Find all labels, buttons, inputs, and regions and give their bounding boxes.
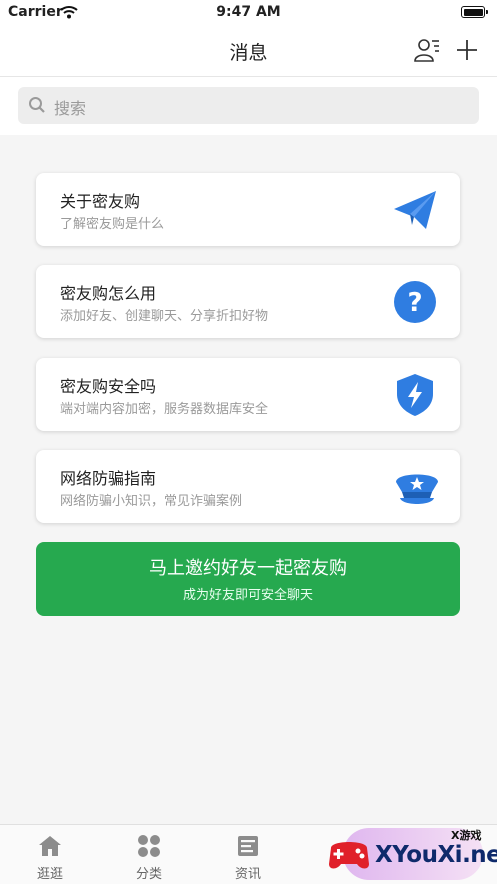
card-security[interactable]: 密友购安全吗 端对端内容加密，服务器数据库安全 <box>36 358 460 431</box>
status-bar: Carrier 9:47 AM <box>0 0 497 26</box>
status-time: 9:47 AM <box>216 4 281 20</box>
police-cap-icon <box>392 464 438 510</box>
tab-category[interactable]: 分类 <box>99 825 199 884</box>
plus-icon[interactable] <box>453 36 481 64</box>
search-bar: 搜索 <box>0 77 497 135</box>
card-subtitle: 添加好友、创建聊天、分享折扣好物 <box>60 309 269 324</box>
search-icon <box>28 96 46 118</box>
search-input[interactable]: 搜索 <box>18 87 479 124</box>
news-icon <box>236 834 260 858</box>
home-icon <box>38 834 62 858</box>
card-anti-fraud[interactable]: 网络防骗指南 网络防骗小知识，常见诈骗案例 <box>36 450 460 523</box>
category-icon <box>137 834 161 858</box>
tab-news[interactable]: 资讯 <box>198 825 298 884</box>
watermark-text: XYouXi.net <box>375 842 497 868</box>
card-title: 密友购安全吗 <box>60 377 157 396</box>
card-subtitle: 端对端内容加密，服务器数据库安全 <box>60 402 269 417</box>
invite-title: 马上邀约好友一起密友购 <box>149 558 347 579</box>
search-placeholder: 搜索 <box>54 99 87 118</box>
card-subtitle: 了解密友购是什么 <box>60 217 165 232</box>
invite-friends-button[interactable]: 马上邀约好友一起密友购 成为好友即可安全聊天 <box>36 542 460 616</box>
shield-bolt-icon <box>392 372 438 418</box>
tab-label: 资讯 <box>234 867 261 882</box>
card-about[interactable]: 关于密友购 了解密友购是什么 <box>36 173 460 246</box>
card-title: 密友购怎么用 <box>60 284 157 303</box>
tab-label: 逛逛 <box>36 867 63 882</box>
tab-home[interactable]: 逛逛 <box>0 825 100 884</box>
watermark-small-text: X游戏 <box>451 829 482 842</box>
contacts-icon[interactable] <box>413 36 441 64</box>
gamepad-logo-icon <box>325 830 373 882</box>
card-title: 关于密友购 <box>60 192 141 211</box>
card-title: 网络防骗指南 <box>60 469 157 488</box>
nav-bar: 消息 <box>0 26 497 77</box>
watermark: X游戏 XYouXi.net <box>325 826 497 883</box>
question-mark-icon: ? <box>392 279 438 325</box>
card-subtitle: 网络防骗小知识，常见诈骗案例 <box>60 494 243 509</box>
invite-subtitle: 成为好友即可安全聊天 <box>182 588 313 603</box>
paper-plane-icon <box>392 187 438 233</box>
card-how-to-use[interactable]: 密友购怎么用 添加好友、创建聊天、分享折扣好物 ? <box>36 265 460 338</box>
svg-text:?: ? <box>407 288 422 318</box>
battery-icon <box>461 6 488 18</box>
tab-label: 分类 <box>135 867 162 882</box>
